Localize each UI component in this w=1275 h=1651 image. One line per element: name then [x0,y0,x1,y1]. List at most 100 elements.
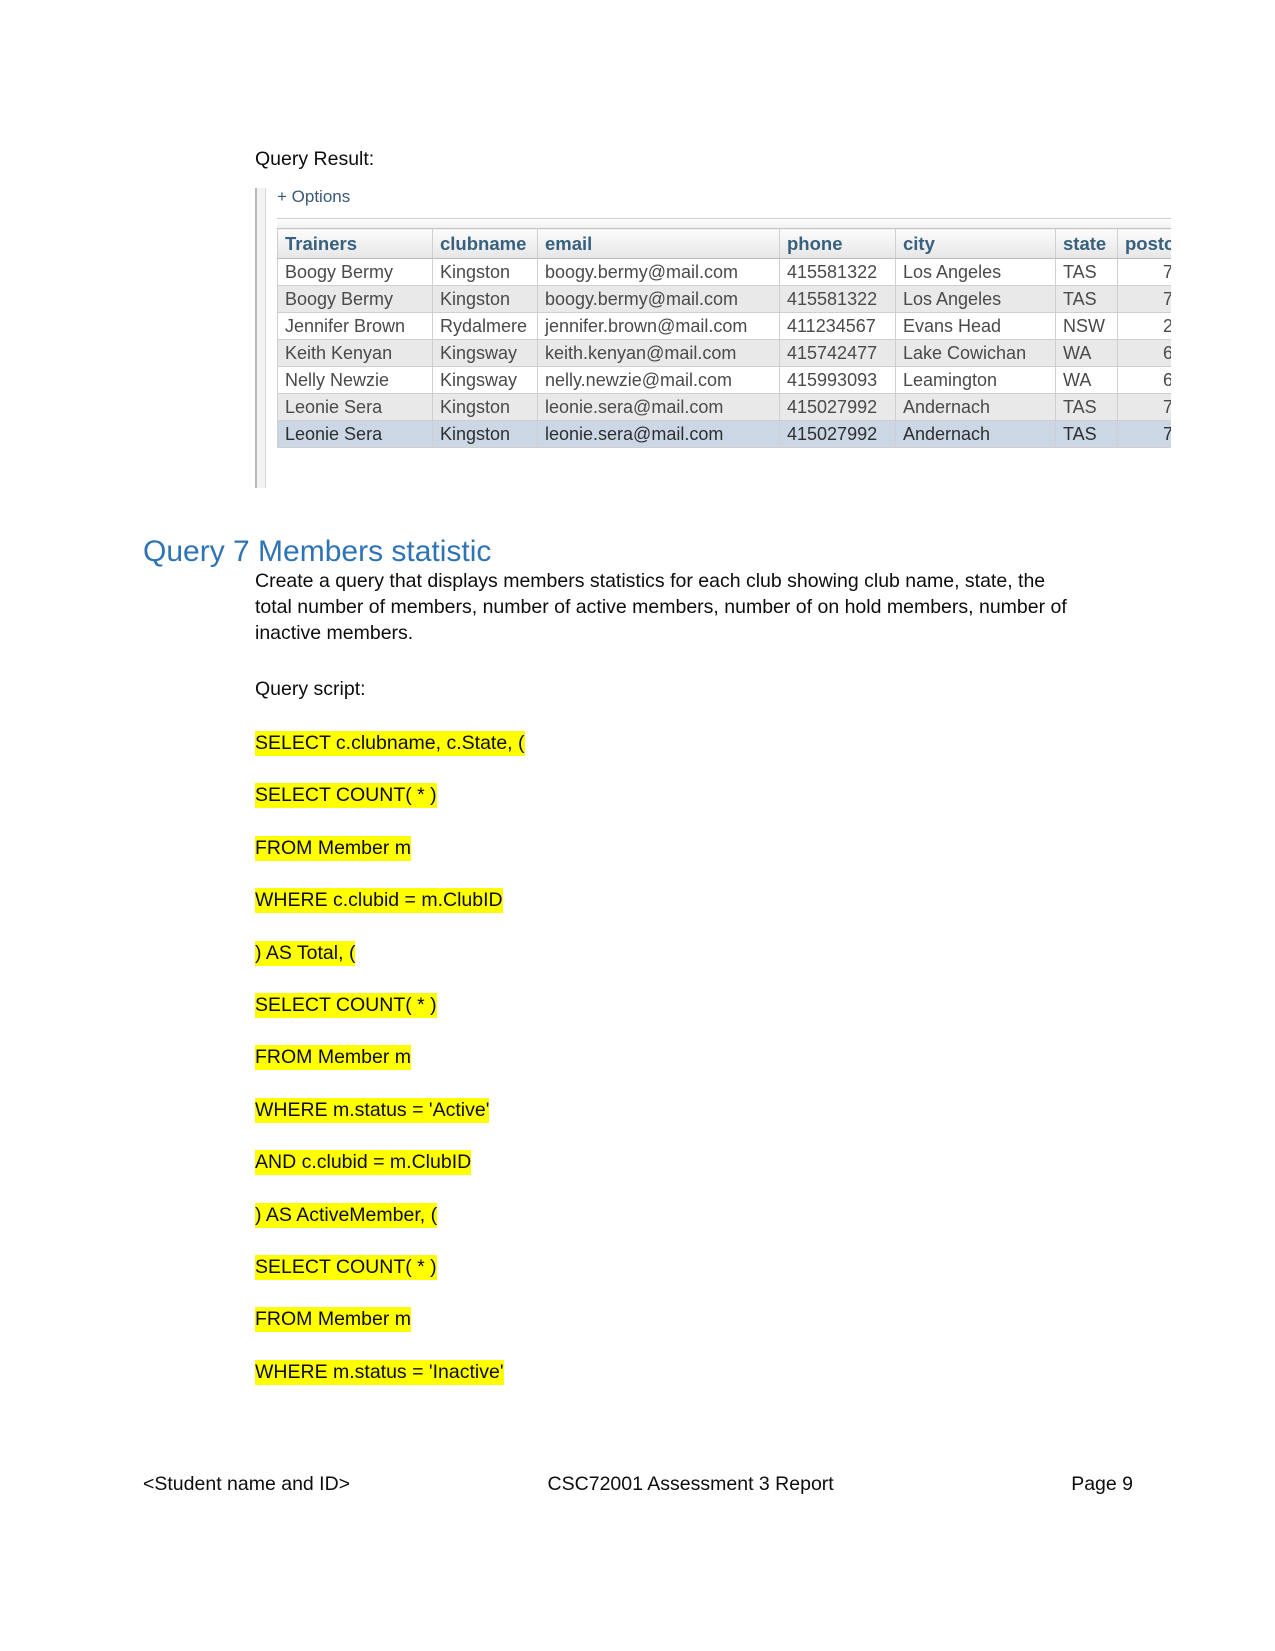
cell-clubname: Kingsway [432,366,538,394]
cell-postcode: 6097 [1117,366,1171,394]
cell-city: Lake Cowichan [895,339,1056,367]
cell-email: jennifer.brown@mail.com [537,312,780,340]
cell-postcode: 7417 [1117,420,1171,448]
sql-line: AND c.clubid = m.ClubID [255,1149,1115,1201]
cell-clubname: Kingsway [432,339,538,367]
cell-city: Los Angeles [895,258,1056,286]
result-left-rail [255,188,266,488]
cell-state: TAS [1055,393,1118,421]
table-row: Leonie Sera Kingston leonie.sera@mail.co… [277,393,1171,421]
sql-line-text: AND c.clubid = m.ClubID [255,1150,472,1176]
footer-student-name: <Student name and ID> [143,1473,351,1495]
options-toggle-label: + Options [277,188,351,206]
cell-state: TAS [1055,420,1118,448]
cell-trainers: Keith Kenyan [277,339,433,367]
cell-trainers: Leonie Sera [277,420,433,448]
cell-email: leonie.sera@mail.com [537,420,780,448]
sql-line: FROM Member m [255,1306,1115,1358]
footer-document-title: CSC72001 Assessment 3 Report [547,1473,834,1495]
cell-phone: 415742477 [779,339,896,367]
column-header-city[interactable]: city [895,228,1056,259]
cell-phone: 415993093 [779,366,896,394]
cell-trainers: Boogy Bermy [277,258,433,286]
sql-script-block: SELECT c.clubname, c.State, ( SELECT COU… [255,730,1115,1411]
table-header-row: Trainers clubname email phone city state… [277,228,1171,259]
sql-line-text: FROM Member m [255,1045,411,1071]
column-header-clubname[interactable]: clubname [432,228,538,259]
sql-line: ) AS ActiveMember, ( [255,1202,1115,1254]
sql-line-text: WHERE c.clubid = m.ClubID [255,888,503,914]
result-table: Trainers clubname email phone city state… [277,228,1171,448]
column-header-trainers[interactable]: Trainers [277,228,433,259]
sql-line-text: SELECT COUNT( * ) [255,1254,437,1280]
sql-line-text: WHERE m.status = 'Active' [255,1097,490,1123]
sql-line: WHERE c.clubid = m.ClubID [255,887,1115,939]
footer-page-number: Page 9 [1071,1473,1133,1495]
section-description: Create a query that displays members sta… [255,570,1067,644]
cell-city: Andernach [895,393,1056,421]
cell-email: boogy.bermy@mail.com [537,258,780,286]
table-row: Jennifer Brown Rydalmere jennifer.brown@… [277,312,1171,340]
options-toggle[interactable]: + Options [277,188,1171,218]
cell-postcode: 2473 [1117,312,1171,340]
cell-trainers: Leonie Sera [277,393,433,421]
table-row: Keith Kenyan Kingsway keith.kenyan@mail.… [277,339,1171,367]
query-result-label: Query Result: [255,148,375,170]
cell-email: leonie.sera@mail.com [537,393,780,421]
cell-phone: 411234567 [779,312,896,340]
cell-trainers: Nelly Newzie [277,366,433,394]
sql-line: WHERE m.status = 'Active' [255,1097,1115,1149]
sql-line: SELECT COUNT( * ) [255,992,1115,1044]
document-page: Query Result: + Options Trainers clubnam… [0,0,1275,1651]
cell-city: Evans Head [895,312,1056,340]
cell-clubname: Kingston [432,258,538,286]
sql-line: FROM Member m [255,835,1115,887]
cell-phone: 415581322 [779,285,896,313]
cell-city: Leamington [895,366,1056,394]
query-result-screenshot: + Options Trainers clubname email phone … [255,188,1171,488]
cell-state: WA [1055,339,1118,367]
sql-line: WHERE m.status = 'Inactive' [255,1359,1115,1411]
cell-postcode: 7417 [1117,393,1171,421]
query-script-label: Query script: [255,678,366,700]
cell-city: Los Angeles [895,285,1056,313]
cell-state: WA [1055,366,1118,394]
cell-clubname: Kingston [432,393,538,421]
column-header-state[interactable]: state [1055,228,1118,259]
cell-postcode: 6317 [1117,339,1171,367]
sql-line: SELECT COUNT( * ) [255,1254,1115,1306]
cell-postcode: 7031 [1117,285,1171,313]
column-header-phone[interactable]: phone [779,228,896,259]
cell-phone: 415581322 [779,258,896,286]
sql-line-text: ) AS ActiveMember, ( [255,1202,438,1228]
cell-phone: 415027992 [779,420,896,448]
cell-clubname: Rydalmere [432,312,538,340]
cell-state: NSW [1055,312,1118,340]
cell-postcode: 7031 [1117,258,1171,286]
cell-city: Andernach [895,420,1056,448]
table-row: Boogy Bermy Kingston boogy.bermy@mail.co… [277,258,1171,286]
cell-clubname: Kingston [432,285,538,313]
sql-line-text: SELECT COUNT( * ) [255,783,437,809]
cell-phone: 415027992 [779,393,896,421]
cell-email: keith.kenyan@mail.com [537,339,780,367]
table-row: Leonie Sera Kingston leonie.sera@mail.co… [277,420,1171,448]
sql-line: ) AS Total, ( [255,940,1115,992]
column-header-postcode[interactable]: postcode [1117,228,1171,259]
sql-line: SELECT COUNT( * ) [255,782,1115,834]
section-heading: Query 7 Members statistic [143,535,492,568]
cell-trainers: Boogy Bermy [277,285,433,313]
cell-state: TAS [1055,285,1118,313]
sql-line: FROM Member m [255,1044,1115,1096]
sql-line-text: ) AS Total, ( [255,940,356,966]
table-row: Boogy Bermy Kingston boogy.bermy@mail.co… [277,285,1171,313]
page-footer: <Student name and ID> CSC72001 Assessmen… [143,1470,1133,1498]
table-row: Nelly Newzie Kingsway nelly.newzie@mail.… [277,366,1171,394]
column-header-email[interactable]: email [537,228,780,259]
cell-trainers: Jennifer Brown [277,312,433,340]
cell-email: boogy.bermy@mail.com [537,285,780,313]
sql-line-text: FROM Member m [255,1307,411,1333]
sql-line-text: FROM Member m [255,835,411,861]
sql-line-text: SELECT COUNT( * ) [255,992,437,1018]
cell-email: nelly.newzie@mail.com [537,366,780,394]
